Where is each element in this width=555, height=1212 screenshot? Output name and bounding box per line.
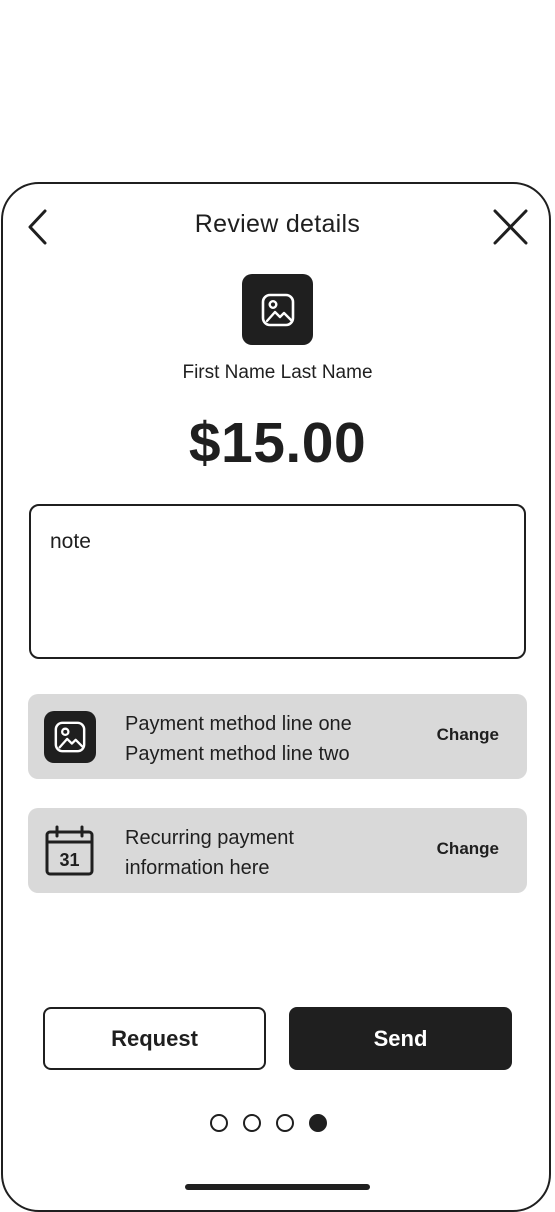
page-title: Review details [194,210,361,238]
request-button[interactable]: Request [43,1007,266,1070]
payment-method-line-two: Payment method line two [125,743,350,765]
recipient-name: First Name Last Name [182,362,373,383]
image-icon [54,721,86,753]
image-icon [261,293,294,326]
calendar-icon-container: 31 [44,825,96,877]
close-icon [493,209,528,245]
pagination-dot[interactable] [309,1114,327,1132]
payment-method-icon-container [44,711,96,763]
payment-amount: $15.00 [188,411,367,475]
note-field[interactable]: note [29,504,526,659]
pagination-dots [210,1114,327,1132]
recurring-payment-card: 31 Recurring payment information here Ch… [28,808,527,893]
recurring-payment-text: Recurring payment information here [125,823,294,883]
note-placeholder: note [50,530,91,553]
close-button[interactable] [490,206,532,248]
recurring-line-two: information here [125,857,270,879]
calendar-day: 31 [59,850,79,870]
recurring-line-one: Recurring payment [125,827,294,849]
change-recurring-button[interactable]: Change [437,839,499,859]
pagination-dot[interactable] [210,1114,228,1132]
payment-method-text: Payment method line one Payment method l… [125,709,352,769]
send-button[interactable]: Send [289,1007,512,1070]
pagination-dot[interactable] [276,1114,294,1132]
change-payment-method-button[interactable]: Change [437,725,499,745]
payment-method-line-one: Payment method line one [125,713,352,735]
payment-method-card: Payment method line one Payment method l… [28,694,527,779]
avatar [242,274,313,345]
pagination-dot[interactable] [243,1114,261,1132]
calendar-icon: 31 [45,825,94,876]
home-indicator[interactable] [185,1184,370,1190]
